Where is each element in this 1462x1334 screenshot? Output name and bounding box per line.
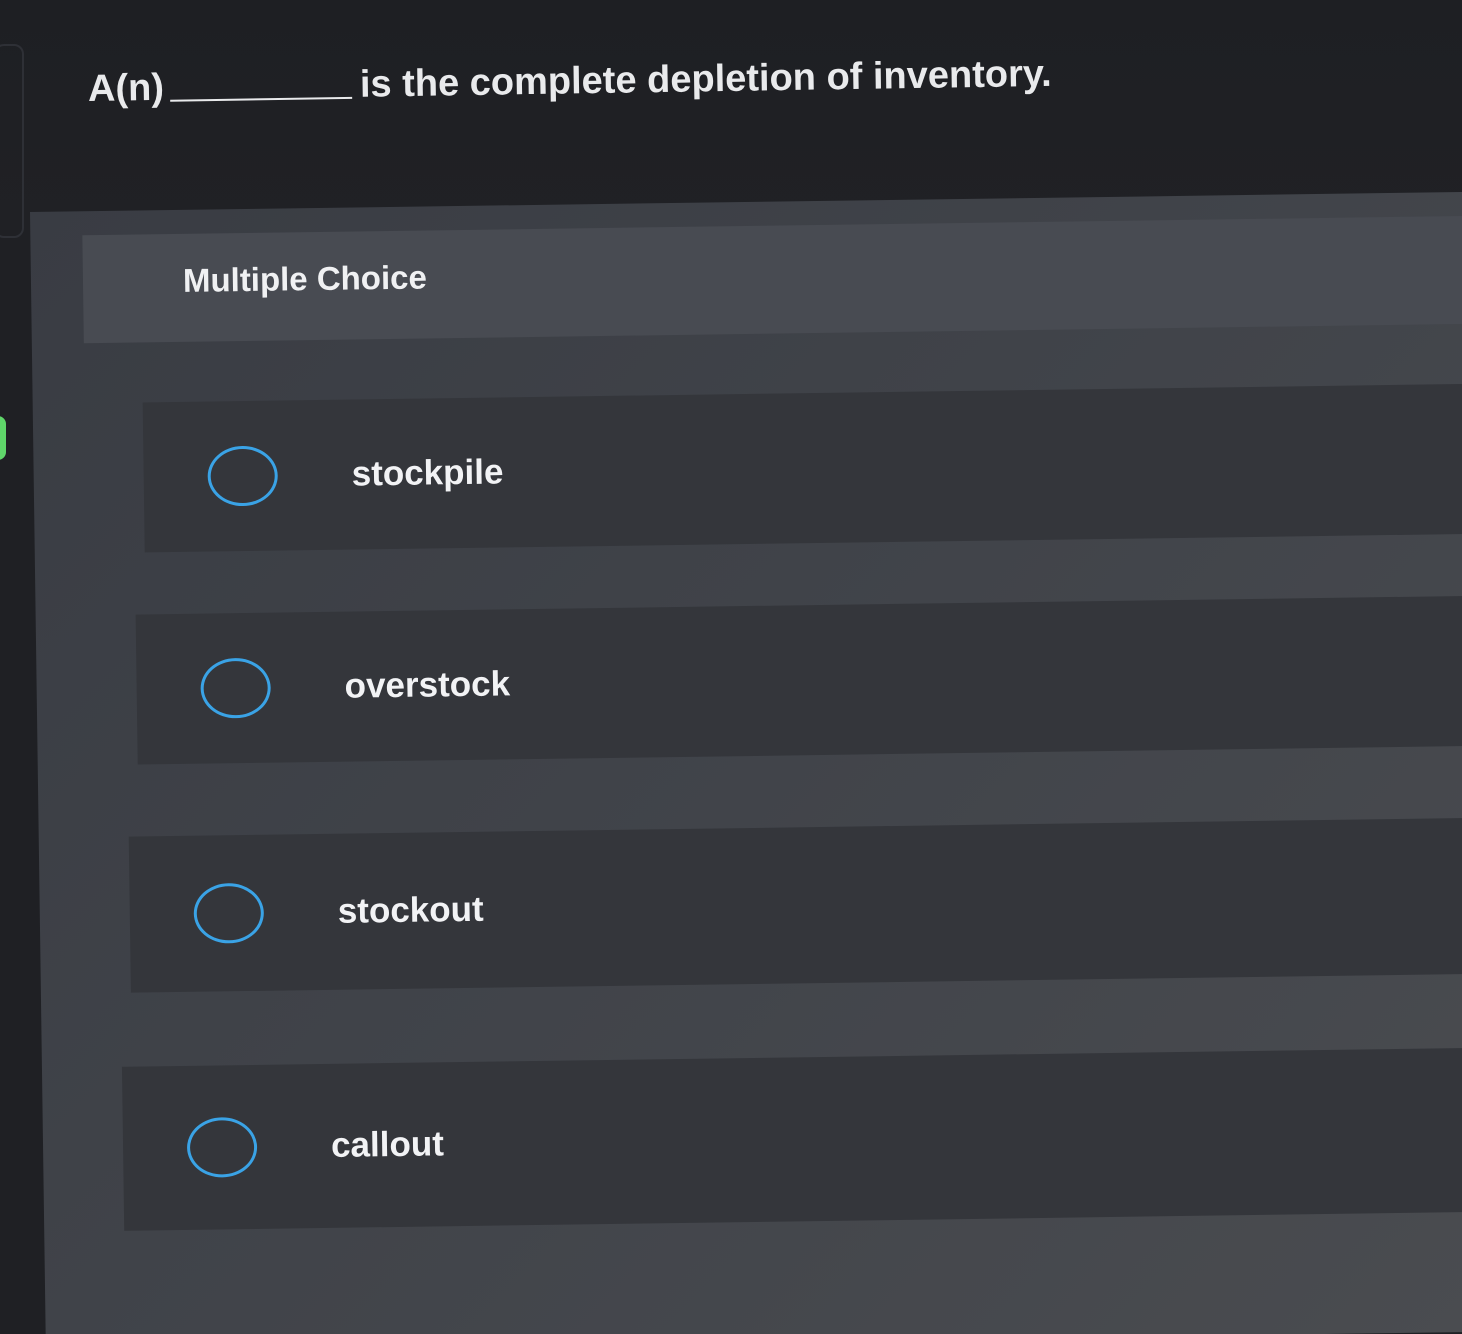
multiple-choice-label: Multiple Choice bbox=[182, 258, 428, 299]
radio-icon[interactable] bbox=[200, 657, 272, 719]
multiple-choice-panel: Multiple Choice stockpile overstock stoc… bbox=[30, 191, 1462, 1334]
option-callout[interactable]: callout bbox=[121, 1047, 1462, 1231]
radio-icon[interactable] bbox=[193, 882, 265, 944]
question-prefix: A(n) bbox=[87, 66, 165, 110]
side-tab[interactable] bbox=[0, 44, 24, 238]
radio-icon[interactable] bbox=[186, 1116, 258, 1178]
question-blank bbox=[170, 96, 353, 102]
option-label: callout bbox=[330, 1124, 445, 1165]
status-indicator bbox=[0, 416, 6, 460]
option-stockpile[interactable]: stockpile bbox=[142, 383, 1462, 553]
option-label: stockout bbox=[337, 889, 484, 931]
option-label: stockpile bbox=[351, 452, 504, 494]
option-stockout[interactable]: stockout bbox=[128, 817, 1462, 993]
option-overstock[interactable]: overstock bbox=[135, 595, 1462, 765]
option-label: overstock bbox=[344, 664, 511, 706]
radio-icon[interactable] bbox=[207, 445, 279, 507]
